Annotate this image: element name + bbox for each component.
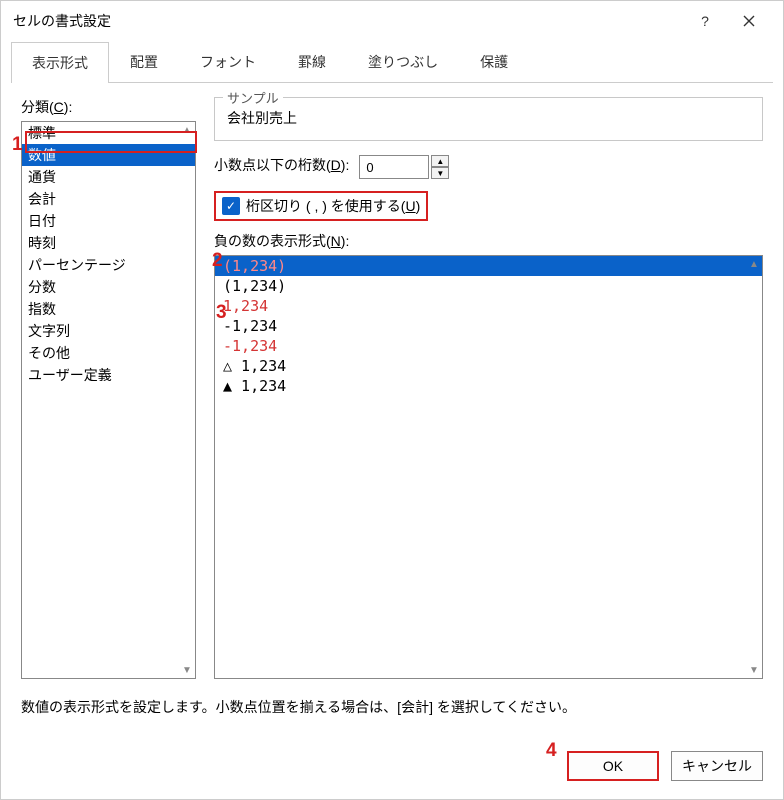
- category-item[interactable]: 分数: [22, 276, 195, 298]
- category-item[interactable]: 時刻: [22, 232, 195, 254]
- scroll-down-icon[interactable]: ▼: [746, 662, 762, 678]
- button-row: OK キャンセル: [1, 737, 783, 799]
- help-button[interactable]: ?: [683, 7, 727, 35]
- decimals-spinner[interactable]: ▲ ▼: [359, 155, 449, 179]
- category-listbox[interactable]: ▲ 標準数値通貨会計日付時刻パーセンテージ分数指数文字列その他ユーザー定義 ▼: [21, 121, 196, 679]
- scroll-up-icon[interactable]: ▲: [746, 256, 762, 272]
- negative-format-item[interactable]: △ 1,234: [215, 356, 762, 376]
- tab-2[interactable]: フォント: [179, 41, 277, 82]
- category-item[interactable]: ユーザー定義: [22, 364, 195, 386]
- category-item[interactable]: その他: [22, 342, 195, 364]
- thousands-checkbox-row[interactable]: ✓ 桁区切り ( , ) を使用する(U): [214, 191, 428, 221]
- close-button[interactable]: [727, 7, 771, 35]
- tab-3[interactable]: 罫線: [277, 41, 347, 82]
- negative-format-item[interactable]: (1,234): [215, 256, 762, 276]
- negative-listbox[interactable]: ▲ (1,234)(1,234)1,234-1,234-1,234△ 1,234…: [214, 255, 763, 679]
- close-icon: [743, 15, 755, 27]
- category-item[interactable]: 文字列: [22, 320, 195, 342]
- category-item[interactable]: パーセンテージ: [22, 254, 195, 276]
- negative-label: 負の数の表示形式(N):: [214, 231, 763, 251]
- tab-5[interactable]: 保護: [459, 41, 529, 82]
- tab-0[interactable]: 表示形式: [11, 42, 109, 83]
- ok-button[interactable]: OK: [567, 751, 659, 781]
- thousands-checkbox[interactable]: ✓: [222, 197, 240, 215]
- sample-legend: サンプル: [223, 88, 283, 107]
- dialog-title: セルの書式設定: [13, 11, 683, 31]
- tab-1[interactable]: 配置: [109, 41, 179, 82]
- spin-up-button[interactable]: ▲: [431, 155, 449, 167]
- category-item[interactable]: 通貨: [22, 166, 195, 188]
- tab-row: 表示形式配置フォント罫線塗りつぶし保護: [11, 41, 773, 83]
- negative-format-item[interactable]: 1,234: [215, 296, 762, 316]
- category-item[interactable]: 数値: [22, 144, 195, 166]
- negative-format-item[interactable]: -1,234: [215, 316, 762, 336]
- scroll-up-icon[interactable]: ▲: [179, 122, 195, 138]
- category-item[interactable]: 指数: [22, 298, 195, 320]
- spin-down-button[interactable]: ▼: [431, 167, 449, 179]
- description-text: 数値の表示形式を設定します。小数点位置を揃える場合は、[会計] を選択してくださ…: [21, 697, 763, 717]
- negative-format-item[interactable]: -1,234: [215, 336, 762, 356]
- format-cells-dialog: セルの書式設定 ? 表示形式配置フォント罫線塗りつぶし保護 分類(C): ▲ 標…: [0, 0, 784, 800]
- tab-4[interactable]: 塗りつぶし: [347, 41, 459, 82]
- category-item[interactable]: 標準: [22, 122, 195, 144]
- thousands-label: 桁区切り ( , ) を使用する(U): [246, 196, 420, 216]
- negative-format-item[interactable]: ▲ 1,234: [215, 376, 762, 396]
- category-item[interactable]: 日付: [22, 210, 195, 232]
- dialog-body: 分類(C): ▲ 標準数値通貨会計日付時刻パーセンテージ分数指数文字列その他ユー…: [1, 83, 783, 737]
- decimals-input[interactable]: [359, 155, 429, 179]
- cancel-button[interactable]: キャンセル: [671, 751, 763, 781]
- category-label: 分類(C):: [21, 97, 196, 117]
- negative-format-item[interactable]: (1,234): [215, 276, 762, 296]
- scroll-down-icon[interactable]: ▼: [179, 662, 195, 678]
- titlebar: セルの書式設定 ?: [1, 1, 783, 41]
- decimals-label: 小数点以下の桁数(D):: [214, 155, 349, 175]
- category-item[interactable]: 会計: [22, 188, 195, 210]
- sample-group: サンプル 会社別売上: [214, 97, 763, 141]
- sample-value: 会社別売上: [227, 108, 750, 128]
